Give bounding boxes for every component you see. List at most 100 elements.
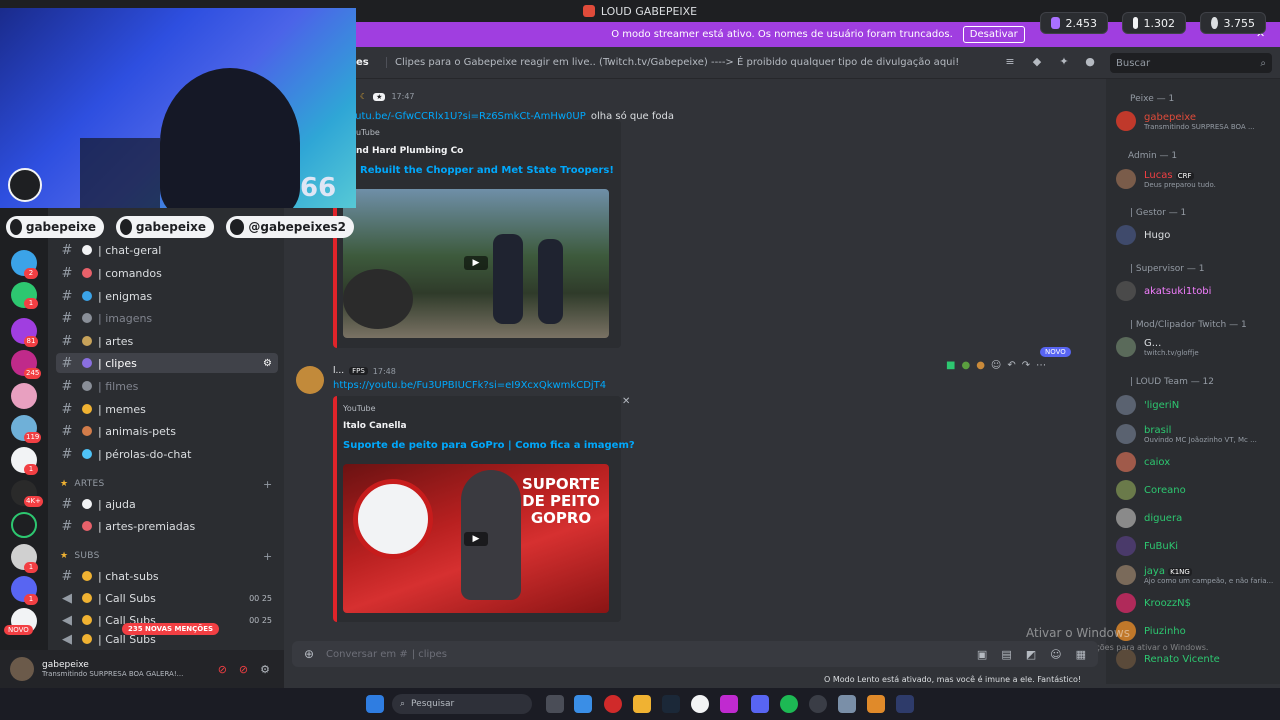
reaction-icon[interactable]: ● (976, 360, 985, 371)
message-composer[interactable]: ⊕ Conversar em # | clipes ▣ ▤ ◩ ☺ ▦ (292, 641, 1098, 667)
member-item[interactable]: akatsuki1tobi (1116, 278, 1211, 304)
add-attachment-icon[interactable]: ⊕ (292, 647, 326, 661)
member-item[interactable]: Lucas CRF Deus preparou tudo. (1116, 166, 1216, 192)
message-2-time: 17:48 (372, 366, 396, 376)
member-item[interactable]: gabepeixe Transmitindo SURPRESA BOA ... (1116, 108, 1255, 134)
windows-start-icon[interactable] (366, 695, 384, 713)
member-item[interactable]: Coreano (1116, 477, 1186, 503)
speaker-icon: ◀ (62, 590, 72, 606)
search-input[interactable]: Buscar ⌕ (1110, 53, 1272, 73)
deafen-icon[interactable]: ⊘ (239, 663, 248, 676)
add-reaction-icon[interactable]: ☺ (991, 360, 1001, 371)
check-reaction-icon[interactable]: ■ (946, 360, 955, 371)
gift-icon[interactable]: ▣ (977, 648, 987, 661)
more-icon[interactable]: ⋯ (1036, 360, 1046, 371)
kick-count: 1.302 (1143, 16, 1176, 30)
avatar[interactable] (10, 657, 34, 681)
discord-icon[interactable] (751, 695, 769, 713)
new-messages-pill[interactable]: NOVO (1040, 347, 1071, 357)
channel-item[interactable]: # | chat-geral (56, 240, 278, 260)
channel-item[interactable]: # | animais-pets (56, 421, 278, 441)
reply-icon[interactable]: ↶ (1007, 360, 1015, 371)
forward-icon[interactable]: ↷ (1022, 360, 1030, 371)
play-icon[interactable]: ▶ (464, 256, 488, 270)
channel-item-clipes[interactable]: # | clipes ⚙ (56, 353, 278, 373)
trooper-shape (538, 239, 563, 324)
settings-icon[interactable] (838, 695, 856, 713)
member-item[interactable]: brasil Ouvindo MC Joãozinho VT, Mc ... (1116, 421, 1257, 447)
reaction-icon[interactable]: ● (961, 360, 970, 371)
steam-icon[interactable] (662, 695, 680, 713)
channel-item[interactable]: # | imagens (56, 308, 278, 328)
taskbar-search[interactable]: ⌕ Pesquisar (392, 694, 532, 714)
window-title: LOUD GABEPEIXE (600, 4, 698, 18)
embed-2-title[interactable]: Suporte de peito para GoPro | Como fica … (343, 440, 635, 451)
member-item[interactable]: 'ligeriN (1116, 392, 1179, 418)
mute-icon[interactable]: ⊘ (218, 663, 227, 676)
member-item[interactable]: diguera (1116, 505, 1182, 531)
category-subs[interactable]: ★ SUBS (60, 551, 100, 561)
member-item[interactable]: Hugo (1116, 222, 1170, 248)
app-icon[interactable] (691, 695, 709, 713)
member-item[interactable]: G... twitch.tv/gloffje (1116, 334, 1199, 360)
spotify-icon[interactable] (780, 695, 798, 713)
channel-item[interactable]: # | memes (56, 399, 278, 419)
channel-item[interactable]: # | pérolas-do-chat (56, 444, 278, 464)
emoji-icon[interactable]: ☺ (1050, 648, 1061, 661)
kick-icon (1133, 17, 1138, 29)
file-explorer-icon[interactable] (633, 695, 651, 713)
apps-icon[interactable]: ▦ (1076, 648, 1086, 661)
embed-1-title[interactable]: Rebuilt the Chopper and Met State Troope… (360, 165, 614, 176)
moon-icon: ☾ (360, 92, 368, 101)
opera-icon[interactable] (604, 695, 622, 713)
tiktok-handle: @gabepeixes2 (226, 216, 354, 238)
member-item[interactable]: FuBuKi (1116, 533, 1178, 559)
server-icon[interactable] (11, 512, 37, 538)
channel-item[interactable]: # | chat-subs (56, 566, 278, 586)
close-icon[interactable]: ✕ (622, 396, 630, 407)
category-artes[interactable]: ★ ARTES (60, 479, 105, 489)
message-2-author[interactable]: l... (333, 366, 344, 376)
add-channel-icon[interactable]: + (263, 550, 272, 563)
channel-item[interactable]: # | enigmas (56, 286, 278, 306)
bell-icon[interactable]: ◆ (1031, 56, 1043, 68)
copilot-icon[interactable] (574, 695, 592, 713)
message-2-link[interactable]: https://youtu.be/Fu3UPBIUCFk?si=eI9XcxQk… (333, 380, 606, 391)
obs-icon[interactable] (809, 695, 827, 713)
embed-1-author[interactable]: nd Hard Plumbing Co (356, 146, 463, 156)
video-thumbnail-2[interactable]: SUPORTE DE PEITO GOPRO ▶ (343, 464, 609, 613)
gif-icon[interactable]: ▤ (1001, 648, 1011, 661)
app-icon[interactable] (896, 695, 914, 713)
disable-streamer-button[interactable]: Desativar (962, 26, 1025, 43)
avatar (1116, 225, 1136, 245)
member-item[interactable]: jaya K1NG Ajo como um campeão, e não fari… (1116, 562, 1273, 588)
channel-item[interactable]: # | ajuda (56, 494, 278, 514)
channel-item[interactable]: # | artes-premiadas (56, 516, 278, 536)
avatar[interactable] (296, 366, 324, 394)
mention-badge: 81 (24, 336, 38, 347)
member-item[interactable]: KroozzN$ (1116, 590, 1191, 616)
app-icon[interactable] (867, 695, 885, 713)
channel-emoji-icon (82, 291, 92, 301)
voice-channel-item[interactable]: ◀ | Call Subs 00 25 (56, 588, 278, 608)
task-view-icon[interactable] (546, 695, 564, 713)
threads-icon[interactable]: ≡ (1004, 56, 1016, 68)
video-thumbnail-1[interactable]: ▶ (343, 189, 609, 338)
play-icon[interactable]: ▶ (464, 532, 488, 546)
settings-icon[interactable]: ⚙ (263, 358, 272, 369)
user-settings-icon[interactable]: ⚙ (260, 663, 270, 676)
sticker-icon[interactable]: ◩ (1026, 648, 1036, 661)
message-1-meta: ☾ ★ 17:47 (360, 92, 415, 101)
channel-item[interactable]: # | filmes (56, 376, 278, 396)
server-icon[interactable] (11, 383, 37, 409)
members-icon[interactable]: ● (1084, 56, 1096, 68)
pin-icon[interactable]: ✦ (1058, 56, 1070, 68)
channel-topic: Clipes para o Gabepeixe reagir em live..… (386, 57, 959, 68)
new-mentions-pill[interactable]: 235 NOVAS MENÇÕES (122, 623, 220, 635)
channel-item[interactable]: # | artes (56, 331, 278, 351)
channel-item[interactable]: # | comandos (56, 263, 278, 283)
embed-2-author[interactable]: Italo Canella (343, 421, 407, 431)
add-channel-icon[interactable]: + (263, 478, 272, 491)
app-icon[interactable] (720, 695, 738, 713)
member-item[interactable]: caiox (1116, 449, 1170, 475)
